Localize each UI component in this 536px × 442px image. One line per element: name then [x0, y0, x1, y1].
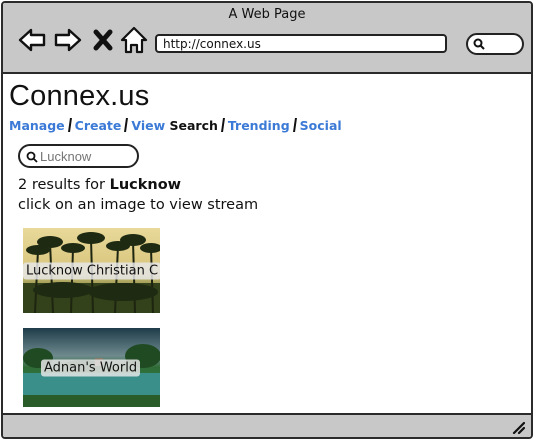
nav-view[interactable]: View — [131, 118, 165, 133]
nav-create[interactable]: Create — [75, 118, 122, 133]
close-icon[interactable] — [91, 25, 115, 55]
resize-grip-icon[interactable] — [511, 420, 525, 434]
site-title: Connex.us — [9, 80, 150, 112]
browser-chrome: A Web Page http://connex.us — [3, 3, 531, 74]
home-icon[interactable] — [119, 25, 149, 55]
nav-trending[interactable]: Trending — [228, 118, 290, 133]
search-icon — [473, 38, 485, 50]
nav-separator — [67, 118, 72, 132]
results-hint: click on an image to view stream — [18, 197, 259, 213]
browser-search-field[interactable] — [466, 33, 524, 55]
result-thumbnail-lucknow-christian[interactable]: Lucknow Christian C — [23, 228, 160, 313]
result-thumbnail-adnans-world[interactable]: Adnan's World — [23, 328, 160, 407]
results-summary: 2 results for Lucknow — [18, 177, 181, 193]
main-nav: Manage Create View Search Trending Social — [9, 118, 342, 133]
results-count: 2 results for — [18, 177, 110, 193]
nav-separator — [124, 118, 129, 132]
window-title: A Web Page — [228, 7, 306, 22]
nav-manage[interactable]: Manage — [9, 118, 65, 133]
nav-separator — [292, 118, 297, 132]
results-query: Lucknow — [109, 177, 182, 193]
back-icon[interactable] — [17, 25, 47, 55]
result-label: Adnan's World — [41, 359, 141, 376]
result-label: Lucknow Christian C — [23, 262, 160, 279]
search-input[interactable] — [40, 148, 132, 164]
nav-social[interactable]: Social — [300, 118, 342, 133]
address-bar[interactable]: http://connex.us — [155, 34, 447, 53]
browser-window: A Web Page http://connex.us Connex.us Ma… — [1, 1, 533, 439]
status-bar — [3, 413, 531, 437]
nav-search-current: Search — [169, 118, 218, 133]
page-content: Connex.us Manage Create View Search Trendin… — [3, 74, 531, 416]
stream-search-box — [18, 144, 139, 168]
search-icon — [26, 151, 38, 163]
nav-separator — [220, 118, 225, 132]
forward-icon[interactable] — [53, 25, 83, 55]
